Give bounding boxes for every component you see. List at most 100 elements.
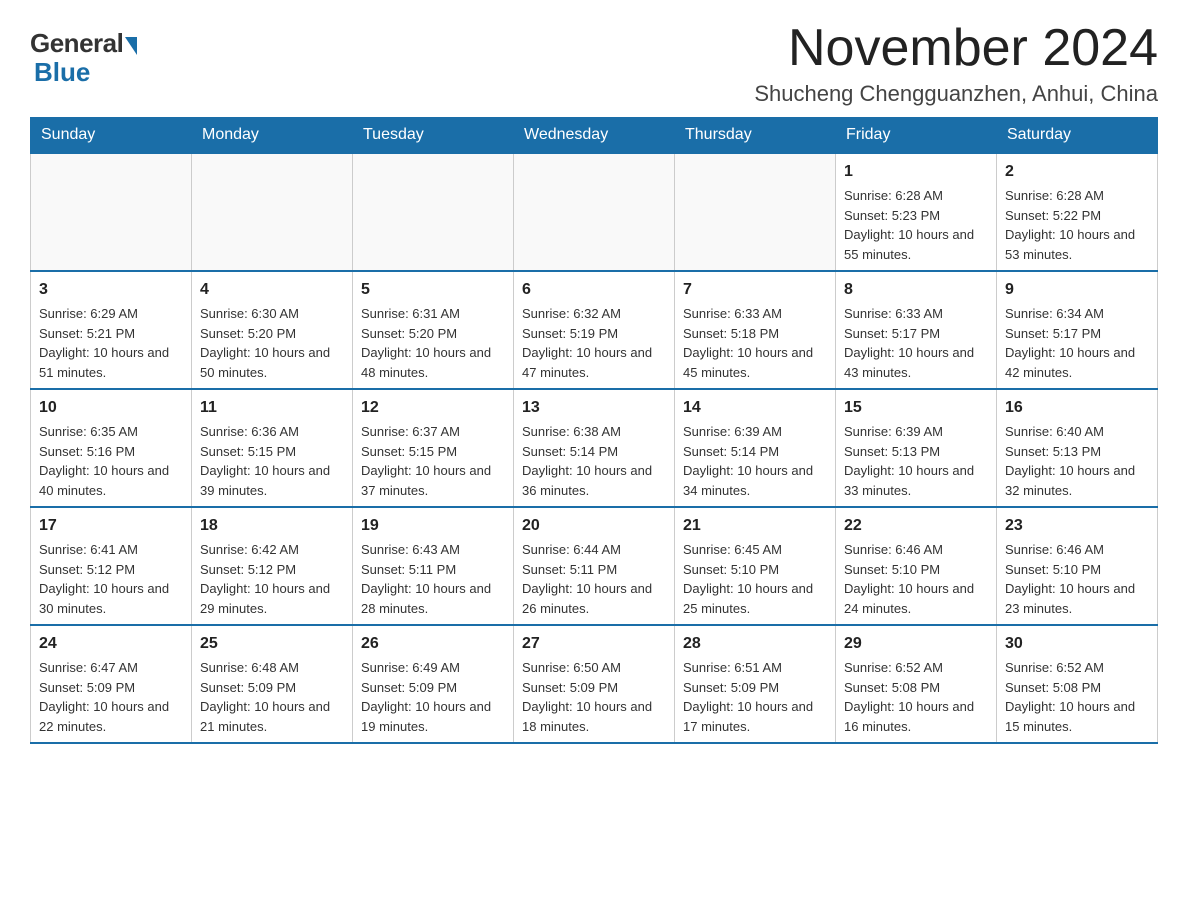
- calendar-cell: 12 Sunrise: 6:37 AM Sunset: 5:15 PM Dayli…: [353, 389, 514, 507]
- day-number: 29: [844, 632, 988, 656]
- day-number: 12: [361, 396, 505, 420]
- day-number: 3: [39, 278, 183, 302]
- day-info: Sunrise: 6:48 AM Sunset: 5:09 PM Dayligh…: [200, 660, 330, 734]
- page-header: General Blue November 2024 Shucheng Chen…: [30, 20, 1158, 107]
- day-info: Sunrise: 6:35 AM Sunset: 5:16 PM Dayligh…: [39, 424, 169, 498]
- calendar-cell: 29 Sunrise: 6:52 AM Sunset: 5:08 PM Dayli…: [836, 625, 997, 743]
- day-number: 26: [361, 632, 505, 656]
- calendar-cell: 19 Sunrise: 6:43 AM Sunset: 5:11 PM Dayli…: [353, 507, 514, 625]
- calendar-cell: 18 Sunrise: 6:42 AM Sunset: 5:12 PM Dayli…: [192, 507, 353, 625]
- calendar-cell: 16 Sunrise: 6:40 AM Sunset: 5:13 PM Dayli…: [997, 389, 1158, 507]
- day-info: Sunrise: 6:41 AM Sunset: 5:12 PM Dayligh…: [39, 542, 169, 616]
- day-info: Sunrise: 6:28 AM Sunset: 5:23 PM Dayligh…: [844, 188, 974, 262]
- calendar-cell: 10 Sunrise: 6:35 AM Sunset: 5:16 PM Dayli…: [31, 389, 192, 507]
- logo-blue-text: Blue: [34, 57, 90, 88]
- day-info: Sunrise: 6:49 AM Sunset: 5:09 PM Dayligh…: [361, 660, 491, 734]
- day-number: 22: [844, 514, 988, 538]
- day-number: 21: [683, 514, 827, 538]
- calendar-cell: 28Sunrise: 6:51 AM Sunset: 5:09 PM Dayli…: [675, 625, 836, 743]
- calendar-table: SundayMondayTuesdayWednesdayThursdayFrid…: [30, 117, 1158, 744]
- calendar-cell: [675, 153, 836, 271]
- calendar-cell: 20 Sunrise: 6:44 AM Sunset: 5:11 PM Dayli…: [514, 507, 675, 625]
- day-info: Sunrise: 6:34 AM Sunset: 5:17 PM Dayligh…: [1005, 306, 1135, 380]
- calendar-cell: 27Sunrise: 6:50 AM Sunset: 5:09 PM Dayli…: [514, 625, 675, 743]
- day-number: 9: [1005, 278, 1149, 302]
- calendar-cell: [31, 153, 192, 271]
- calendar-cell: 6 Sunrise: 6:32 AM Sunset: 5:19 PM Daylig…: [514, 271, 675, 389]
- weekday-header-monday: Monday: [192, 118, 353, 154]
- calendar-cell: 21 Sunrise: 6:45 AM Sunset: 5:10 PM Dayli…: [675, 507, 836, 625]
- calendar-cell: 11 Sunrise: 6:36 AM Sunset: 5:15 PM Dayli…: [192, 389, 353, 507]
- day-number: 10: [39, 396, 183, 420]
- weekday-header-wednesday: Wednesday: [514, 118, 675, 154]
- day-info: Sunrise: 6:37 AM Sunset: 5:15 PM Dayligh…: [361, 424, 491, 498]
- weekday-header-saturday: Saturday: [997, 118, 1158, 154]
- day-number: 7: [683, 278, 827, 302]
- calendar-cell: 3 Sunrise: 6:29 AM Sunset: 5:21 PM Daylig…: [31, 271, 192, 389]
- calendar-week-row: 3 Sunrise: 6:29 AM Sunset: 5:21 PM Daylig…: [31, 271, 1158, 389]
- day-info: Sunrise: 6:46 AM Sunset: 5:10 PM Dayligh…: [1005, 542, 1135, 616]
- day-number: 20: [522, 514, 666, 538]
- day-info: Sunrise: 6:52 AM Sunset: 5:08 PM Dayligh…: [1005, 660, 1135, 734]
- calendar-week-row: 10 Sunrise: 6:35 AM Sunset: 5:16 PM Dayli…: [31, 389, 1158, 507]
- day-info: Sunrise: 6:50 AM Sunset: 5:09 PM Dayligh…: [522, 660, 652, 734]
- day-info: Sunrise: 6:42 AM Sunset: 5:12 PM Dayligh…: [200, 542, 330, 616]
- calendar-cell: [353, 153, 514, 271]
- calendar-cell: 25 Sunrise: 6:48 AM Sunset: 5:09 PM Dayli…: [192, 625, 353, 743]
- day-info: Sunrise: 6:44 AM Sunset: 5:11 PM Dayligh…: [522, 542, 652, 616]
- day-number: 25: [200, 632, 344, 656]
- calendar-week-row: 17 Sunrise: 6:41 AM Sunset: 5:12 PM Dayli…: [31, 507, 1158, 625]
- day-info: Sunrise: 6:47 AM Sunset: 5:09 PM Dayligh…: [39, 660, 169, 734]
- day-number: 16: [1005, 396, 1149, 420]
- day-info: Sunrise: 6:29 AM Sunset: 5:21 PM Dayligh…: [39, 306, 169, 380]
- calendar-week-row: 24 Sunrise: 6:47 AM Sunset: 5:09 PM Dayli…: [31, 625, 1158, 743]
- day-info: Sunrise: 6:33 AM Sunset: 5:17 PM Dayligh…: [844, 306, 974, 380]
- weekday-header-thursday: Thursday: [675, 118, 836, 154]
- calendar-cell: 30Sunrise: 6:52 AM Sunset: 5:08 PM Dayli…: [997, 625, 1158, 743]
- day-info: Sunrise: 6:30 AM Sunset: 5:20 PM Dayligh…: [200, 306, 330, 380]
- calendar-cell: 2Sunrise: 6:28 AM Sunset: 5:22 PM Daylig…: [997, 153, 1158, 271]
- day-number: 2: [1005, 160, 1149, 184]
- day-number: 17: [39, 514, 183, 538]
- weekday-header-sunday: Sunday: [31, 118, 192, 154]
- day-number: 4: [200, 278, 344, 302]
- calendar-cell: 9 Sunrise: 6:34 AM Sunset: 5:17 PM Daylig…: [997, 271, 1158, 389]
- calendar-cell: 26 Sunrise: 6:49 AM Sunset: 5:09 PM Dayli…: [353, 625, 514, 743]
- day-info: Sunrise: 6:40 AM Sunset: 5:13 PM Dayligh…: [1005, 424, 1135, 498]
- day-info: Sunrise: 6:45 AM Sunset: 5:10 PM Dayligh…: [683, 542, 813, 616]
- day-info: Sunrise: 6:39 AM Sunset: 5:14 PM Dayligh…: [683, 424, 813, 498]
- calendar-cell: 24 Sunrise: 6:47 AM Sunset: 5:09 PM Dayli…: [31, 625, 192, 743]
- day-info: Sunrise: 6:32 AM Sunset: 5:19 PM Dayligh…: [522, 306, 652, 380]
- day-info: Sunrise: 6:31 AM Sunset: 5:20 PM Dayligh…: [361, 306, 491, 380]
- calendar-cell: 15 Sunrise: 6:39 AM Sunset: 5:13 PM Dayli…: [836, 389, 997, 507]
- day-number: 8: [844, 278, 988, 302]
- day-number: 18: [200, 514, 344, 538]
- calendar-cell: 14 Sunrise: 6:39 AM Sunset: 5:14 PM Dayli…: [675, 389, 836, 507]
- calendar-cell: 23Sunrise: 6:46 AM Sunset: 5:10 PM Dayli…: [997, 507, 1158, 625]
- day-number: 11: [200, 396, 344, 420]
- day-info: Sunrise: 6:39 AM Sunset: 5:13 PM Dayligh…: [844, 424, 974, 498]
- day-info: Sunrise: 6:36 AM Sunset: 5:15 PM Dayligh…: [200, 424, 330, 498]
- day-info: Sunrise: 6:43 AM Sunset: 5:11 PM Dayligh…: [361, 542, 491, 616]
- day-number: 6: [522, 278, 666, 302]
- calendar-cell: 5Sunrise: 6:31 AM Sunset: 5:20 PM Daylig…: [353, 271, 514, 389]
- day-number: 14: [683, 396, 827, 420]
- day-number: 19: [361, 514, 505, 538]
- day-number: 24: [39, 632, 183, 656]
- weekday-header-row: SundayMondayTuesdayWednesdayThursdayFrid…: [31, 118, 1158, 154]
- calendar-week-row: 1 Sunrise: 6:28 AM Sunset: 5:23 PM Daylig…: [31, 153, 1158, 271]
- calendar-cell: 13Sunrise: 6:38 AM Sunset: 5:14 PM Dayli…: [514, 389, 675, 507]
- day-info: Sunrise: 6:46 AM Sunset: 5:10 PM Dayligh…: [844, 542, 974, 616]
- day-info: Sunrise: 6:52 AM Sunset: 5:08 PM Dayligh…: [844, 660, 974, 734]
- weekday-header-friday: Friday: [836, 118, 997, 154]
- title-block: November 2024 Shucheng Chengguanzhen, An…: [754, 20, 1158, 107]
- day-info: Sunrise: 6:33 AM Sunset: 5:18 PM Dayligh…: [683, 306, 813, 380]
- day-info: Sunrise: 6:38 AM Sunset: 5:14 PM Dayligh…: [522, 424, 652, 498]
- day-number: 15: [844, 396, 988, 420]
- logo: General Blue: [30, 28, 137, 88]
- calendar-cell: 4 Sunrise: 6:30 AM Sunset: 5:20 PM Daylig…: [192, 271, 353, 389]
- day-number: 28: [683, 632, 827, 656]
- day-number: 1: [844, 160, 988, 184]
- logo-general-text: General: [30, 28, 123, 59]
- calendar-cell: [514, 153, 675, 271]
